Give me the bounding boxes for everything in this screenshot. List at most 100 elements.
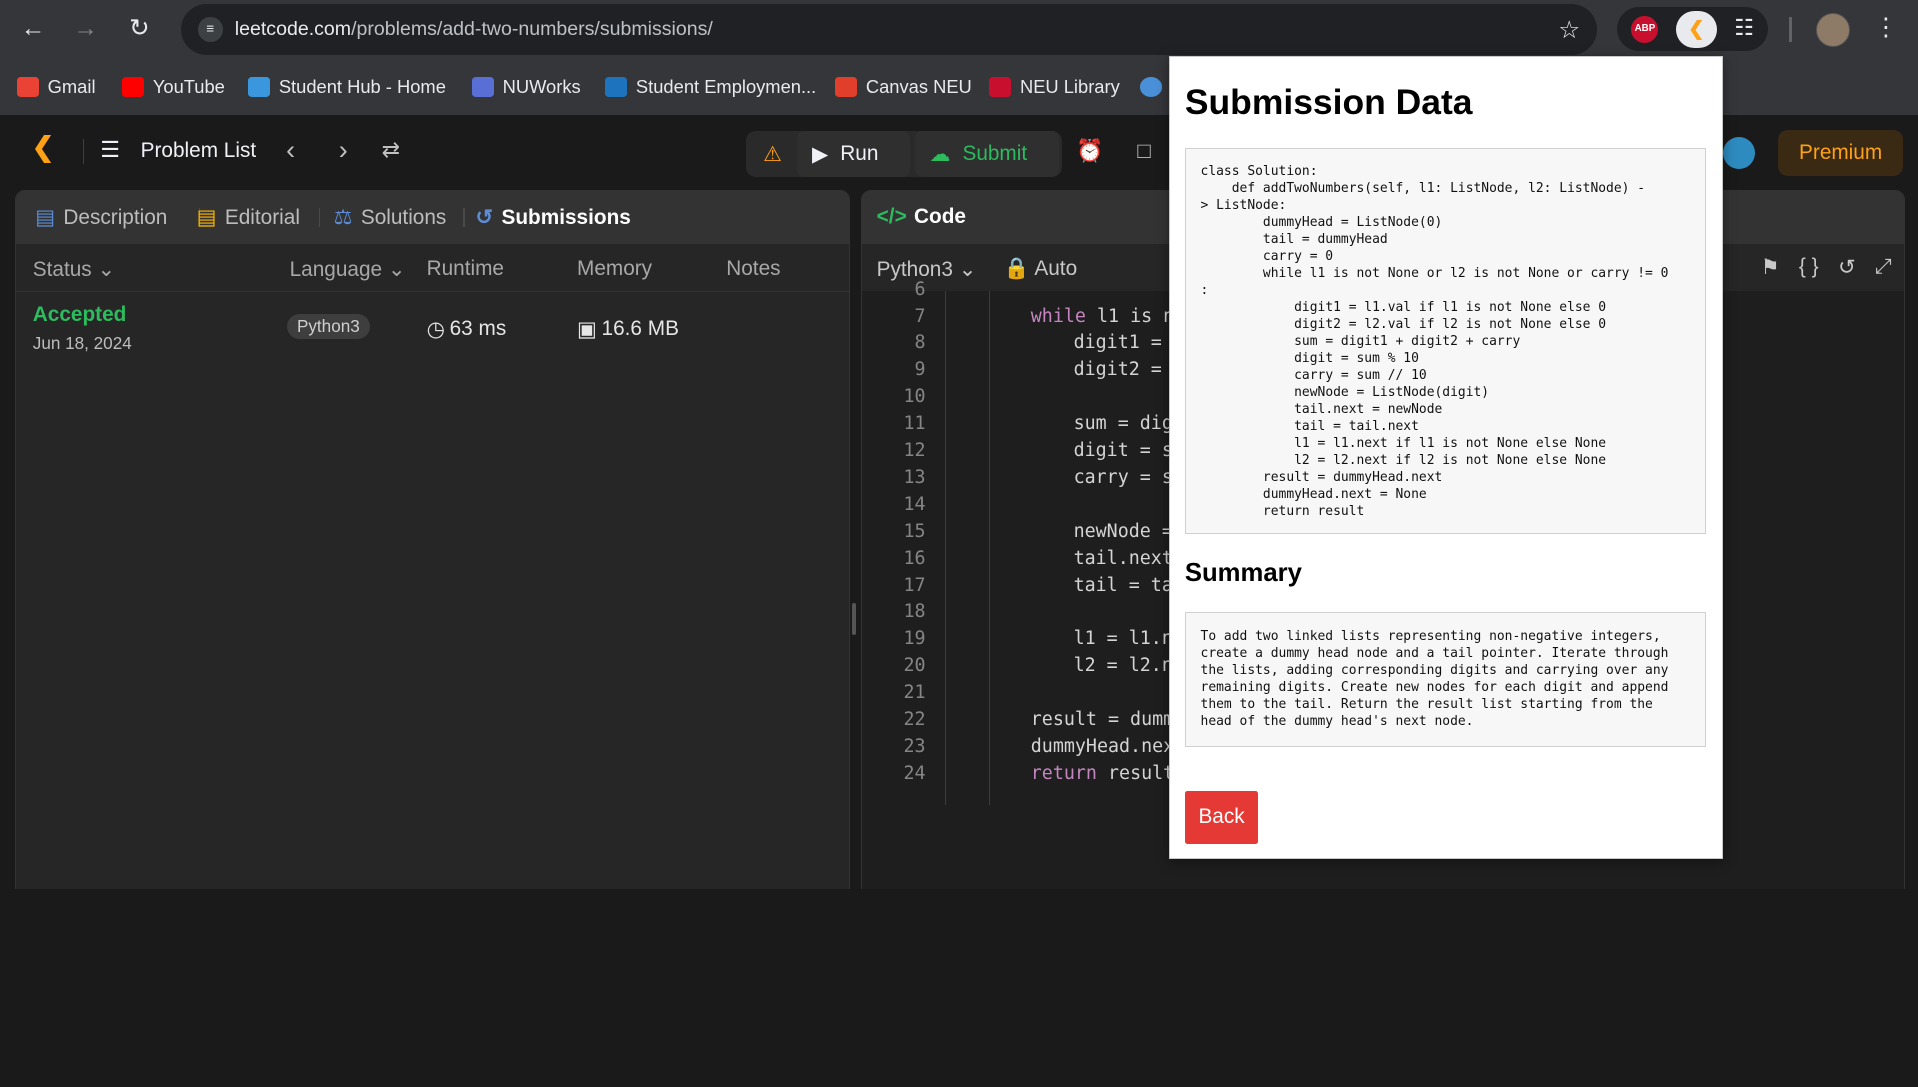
book-icon: ▤ [196,206,217,230]
list-icon[interactable]: ☰ [100,137,120,163]
shuffle-icon[interactable]: ⇄ [382,137,400,163]
line-number: 12 [903,440,926,462]
bookmark-student-hub[interactable]: Student Hub - Home [248,73,446,100]
submission-status[interactable]: Accepted [33,303,127,327]
panel-resize-handle[interactable] [852,602,857,635]
column-label: Language [289,257,383,281]
site-info-icon[interactable]: ≡ [198,17,223,42]
bookmark-student-employment[interactable]: Student Employmen... [605,73,816,100]
screen: ← → ↻ ≡ leetcode.com/problems/add-two-nu… [0,0,1918,890]
submission-row[interactable]: Accepted Jun 18, 2024 Python3 ◷ 63 ms ▣ 16… [16,292,849,360]
tab-solutions[interactable]: ⚖ Solutions [334,205,447,230]
submit-button[interactable]: ☁ Submit [914,130,1060,178]
bookmark-nuworks[interactable]: NUWorks [472,73,581,100]
leetcode-logo-icon[interactable]: ❮ [32,132,66,166]
user-avatar[interactable] [1723,136,1755,169]
tab-divider [463,207,465,228]
line-number: 19 [903,628,926,650]
mode-label: Auto [1034,256,1078,280]
braces-icon[interactable]: { } [1799,255,1819,280]
bookmark-more[interactable] [1139,73,1162,100]
submission-code: class Solution: def addTwoNumbers(self, … [1200,164,1669,520]
run-button[interactable]: ▶ Run [797,130,910,178]
nav-divider [83,139,85,164]
bookmark-youtube[interactable]: YouTube [122,73,225,100]
code-line: l1 = l1.n [1073,628,1173,650]
url-text[interactable]: leetcode.com/problems/add-two-numbers/su… [235,18,713,41]
submissions-header: Status ⌄ Language ⌄ Runtime Memory Notes [15,244,849,292]
debug-icon[interactable]: ⚠ [748,131,792,177]
status-column-header[interactable]: Status ⌄ [33,257,115,282]
url-path: /problems/add-two-numbers/submissions/ [351,18,713,41]
line-number: 13 [903,466,926,488]
run-label: Run [840,142,879,166]
forward-arrow-icon[interactable]: → [68,12,102,46]
code-line: sum = dig [1073,413,1173,435]
youtube-icon [122,77,145,97]
language-label: Python3 [876,257,953,281]
document-icon: ▤ [35,206,55,230]
reload-icon[interactable]: ↻ [122,12,156,46]
tab-description[interactable]: ▤ Description [35,205,167,230]
gmail-icon [17,77,40,97]
code-line: carry = s [1073,466,1173,488]
reset-icon[interactable]: ↺ [1838,255,1855,280]
tab-label: Solutions [360,205,447,229]
adblock-extension-icon[interactable]: ABP [1631,15,1659,43]
bookmark-label: NEU Library [1019,75,1120,97]
code-icon: </> [876,205,907,229]
back-button[interactable]: Back [1184,791,1259,844]
auto-mode[interactable]: 🔒 Auto [1004,257,1077,281]
premium-button[interactable]: Premium [1778,129,1903,177]
lock-icon: 🔒 [1003,256,1030,280]
summary-text: To add two linked lists representing non… [1184,612,1706,747]
submission-date: Jun 18, 2024 [32,333,132,353]
code-line: digit1 = [1073,332,1173,354]
bookmark-canvas[interactable]: Canvas NEU [835,73,972,100]
leetcode-extension-icon[interactable]: ❮ [1675,10,1718,48]
code-tab[interactable]: </> Code [877,205,966,229]
tab-submissions[interactable]: ↺ Submissions [476,205,631,230]
flask-icon: ⚖ [333,206,353,230]
bookmark-label: Student Hub - Home [278,75,446,97]
line-number: 8 [914,332,926,354]
back-arrow-icon[interactable]: ← [16,12,50,46]
bookmark-star-icon[interactable]: ☆ [1558,15,1580,45]
address-bar[interactable]: ≡ leetcode.com/problems/add-two-numbers/… [181,3,1598,56]
line-number: 9 [914,359,926,381]
line-number: 18 [903,601,926,623]
panel-tabs: ▤ Description ▤ Editorial ⚖ Solutions ↺ Subm… [15,190,849,245]
line-number: 20 [903,655,926,677]
next-problem-icon[interactable]: › [339,135,348,166]
line-number: 17 [903,574,926,596]
expand-icon[interactable]: ⤢ [1875,255,1892,280]
bookmark-label: YouTube [152,75,225,97]
student-employment-icon [605,77,628,97]
submission-code-box: class Solution: def addTwoNumbers(self, … [1184,147,1706,535]
timer-icon[interactable]: ⏰ [1076,138,1103,164]
tab-editorial[interactable]: ▤ Editorial [197,205,300,230]
bookmark-neu-library[interactable]: NEU Library [989,73,1120,100]
chevron-down-icon: ⌄ [97,257,115,281]
indent-guide [989,290,991,805]
chevron-down-icon: ⌄ [958,257,977,281]
prev-problem-icon[interactable]: ‹ [286,135,295,166]
bookmark-gmail[interactable]: Gmail [17,73,96,100]
editor-actions: ⚑ { } ↺ ⤢ [1761,255,1892,280]
problem-list-link[interactable]: Problem List [141,139,257,163]
bookmark-icon[interactable]: ⚑ [1761,255,1780,280]
line-number: 22 [903,709,926,731]
browser-menu-icon[interactable]: ⋮ [1874,12,1898,42]
summary-heading: Summary [1184,558,1302,587]
canvas-icon [835,77,858,97]
code-line: result = dumm [1030,709,1175,731]
gutter-divider [945,290,947,805]
notes-icon[interactable]: □ [1137,138,1150,164]
profile-avatar[interactable] [1816,13,1850,48]
tab-divider [318,207,321,228]
language-column-header[interactable]: Language ⌄ [290,257,406,282]
line-number: 21 [903,682,926,704]
neu-library-icon [989,77,1012,97]
code-line: newNode = [1073,520,1184,542]
extensions-puzzle-icon[interactable]: ☷ [1734,15,1754,41]
